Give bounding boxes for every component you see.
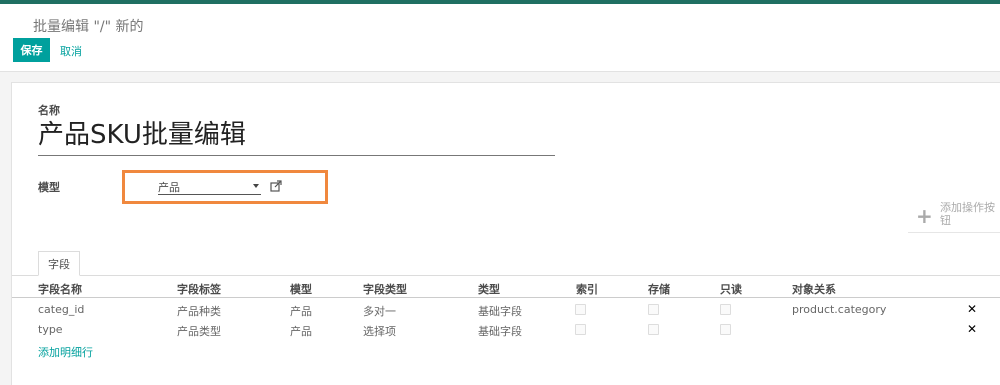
cell-label: 产品类型	[177, 325, 221, 338]
cell-type: 基础字段	[478, 305, 522, 318]
name-input[interactable]: 产品SKU批量编辑	[38, 116, 555, 156]
form-sheet: 名称 产品SKU批量编辑 模型 产品 + 添加操作按钮 字段 字段名称 字段标签…	[11, 82, 1000, 385]
table-header: 字段名称 字段标签 模型 字段类型 类型 索引 存储 只读 对象关系	[12, 278, 1000, 298]
col-header-model[interactable]: 模型	[290, 281, 312, 297]
plus-icon: +	[916, 204, 933, 228]
index-checkbox[interactable]	[575, 324, 586, 335]
tab-fields[interactable]: 字段	[38, 251, 80, 276]
delete-row-icon[interactable]: ✕	[967, 322, 977, 336]
cell-type: 基础字段	[478, 325, 522, 338]
add-line-link[interactable]: 添加明细行	[38, 344, 93, 360]
table-row[interactable]: type 产品类型 产品 选择项 基础字段 ✕	[12, 319, 1000, 339]
col-header-relation[interactable]: 对象关系	[792, 281, 836, 297]
col-header-field-type[interactable]: 字段类型	[363, 281, 407, 297]
readonly-checkbox[interactable]	[720, 304, 731, 315]
control-panel: 批量编辑 "/" 新的 保存 取消	[0, 4, 1000, 72]
store-checkbox[interactable]	[648, 304, 659, 315]
table-row[interactable]: categ_id 产品种类 产品 多对一 基础字段 product.catego…	[12, 299, 1000, 319]
store-checkbox[interactable]	[648, 324, 659, 335]
cell-name: type	[38, 323, 63, 336]
model-select[interactable]: 产品	[158, 179, 261, 195]
save-button[interactable]: 保存	[13, 38, 50, 62]
model-label: 模型	[38, 181, 60, 194]
cell-model: 产品	[290, 305, 312, 318]
col-header-name[interactable]: 字段名称	[38, 281, 82, 297]
caret-down-icon	[253, 184, 259, 188]
delete-row-icon[interactable]: ✕	[967, 302, 977, 316]
col-header-store[interactable]: 存储	[648, 281, 670, 297]
add-action-button[interactable]: + 添加操作按钮	[908, 201, 1000, 233]
cell-label: 产品种类	[177, 305, 221, 318]
model-select-value: 产品	[158, 181, 180, 194]
col-header-readonly[interactable]: 只读	[720, 281, 742, 297]
breadcrumb: 批量编辑 "/" 新的	[33, 19, 144, 35]
tab-divider	[12, 275, 1000, 276]
cancel-button[interactable]: 取消	[60, 43, 82, 59]
readonly-checkbox[interactable]	[720, 324, 731, 335]
col-header-index[interactable]: 索引	[576, 281, 598, 297]
cell-field-type: 选择项	[363, 325, 396, 338]
index-checkbox[interactable]	[575, 304, 586, 315]
external-link-icon[interactable]	[270, 180, 282, 192]
col-header-type[interactable]: 类型	[478, 281, 500, 297]
cell-model: 产品	[290, 325, 312, 338]
cell-relation: product.category	[792, 303, 887, 316]
add-action-label: 添加操作按钮	[940, 201, 995, 227]
col-header-label[interactable]: 字段标签	[177, 281, 221, 297]
cell-name: categ_id	[38, 303, 85, 316]
cell-field-type: 多对一	[363, 305, 396, 318]
